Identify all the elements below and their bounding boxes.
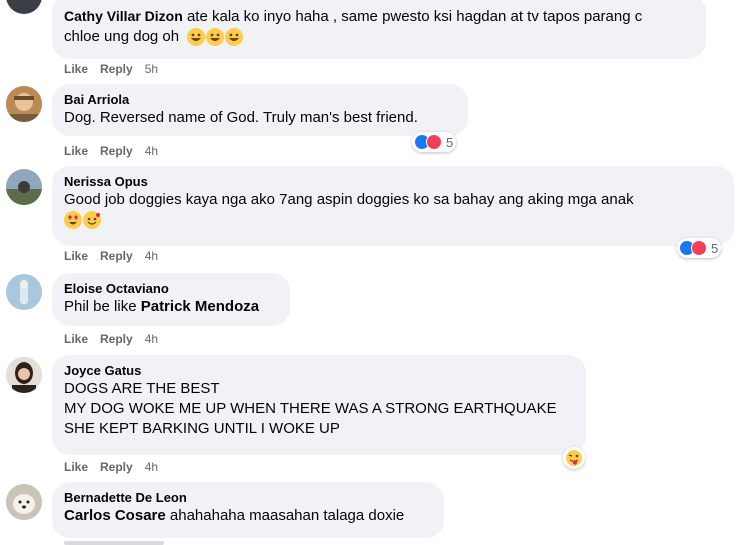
avatar[interactable] bbox=[6, 274, 42, 310]
love-icon bbox=[691, 240, 707, 256]
timestamp[interactable]: 4h bbox=[145, 460, 158, 474]
comment-bubble: Cathy Villar Dizon ate kala ko inyo haha… bbox=[52, 0, 706, 59]
comment-text: Dog. Reversed name of God. Truly man's b… bbox=[64, 109, 418, 126]
comment-text: SHE KEPT BARKING UNTIL I WOKE UP bbox=[64, 420, 340, 437]
reaction-summary[interactable]: 5 bbox=[677, 238, 722, 258]
smiling-face-with-hearts-emoji-icon bbox=[83, 211, 101, 230]
like-link[interactable]: Like bbox=[64, 144, 88, 158]
avatar[interactable] bbox=[6, 86, 42, 122]
reply-link[interactable]: Reply bbox=[100, 144, 133, 158]
like-link[interactable]: Like bbox=[64, 249, 88, 263]
comment-text: MY DOG WOKE ME UP WHEN THERE WAS A STRON… bbox=[64, 400, 557, 417]
comment-text: DOGS ARE THE BEST bbox=[64, 380, 220, 397]
like-link[interactable]: Like bbox=[64, 460, 88, 474]
tagged-user-link[interactable]: Carlos Cosare bbox=[64, 507, 166, 524]
avatar[interactable] bbox=[6, 357, 42, 393]
heart-eyes-emoji-icon bbox=[64, 211, 82, 230]
reaction-count: 5 bbox=[446, 134, 454, 150]
comment-author[interactable]: Bernadette De Leon bbox=[64, 489, 432, 506]
reply-link[interactable]: Reply bbox=[100, 460, 133, 474]
winking-tongue-reaction-icon[interactable] bbox=[563, 447, 585, 469]
timestamp[interactable]: 5h bbox=[145, 62, 158, 76]
comment-bubble: Bai Arriola Dog. Reversed name of God. T… bbox=[52, 84, 468, 136]
like-link[interactable]: Like bbox=[64, 62, 88, 76]
comment-bubble: Nerissa Opus Good job doggies kaya nga a… bbox=[52, 166, 734, 246]
comment-author[interactable]: Eloise Octaviano bbox=[64, 280, 278, 297]
comment-actions: Like Reply 4h bbox=[64, 143, 170, 159]
comment-text: ate kala ko inyo haha , same pwesto ksi … bbox=[186, 8, 643, 25]
reaction-summary[interactable]: 5 bbox=[412, 132, 457, 152]
grinning-emoji-icon bbox=[187, 28, 206, 47]
reply-link[interactable]: Reply bbox=[100, 62, 133, 76]
comment-author[interactable]: Joyce Gatus bbox=[64, 362, 574, 379]
comment-actions: Like Reply 4h bbox=[64, 331, 170, 347]
truncated-next-content bbox=[64, 541, 164, 545]
tagged-user-link[interactable]: Patrick Mendoza bbox=[141, 298, 259, 315]
comment-bubble: Eloise Octaviano Phil be like Patrick Me… bbox=[52, 273, 290, 326]
comment-author[interactable]: Cathy Villar Dizon bbox=[64, 8, 183, 24]
comment-actions: Like Reply 5h bbox=[64, 61, 170, 77]
comment-bubble: Bernadette De Leon Carlos Cosare ahahaha… bbox=[52, 482, 444, 538]
love-icon bbox=[426, 134, 442, 150]
grinning-emoji-icon bbox=[225, 28, 244, 47]
reaction-count: 5 bbox=[711, 240, 719, 256]
comment-bubble: Joyce Gatus DOGS ARE THE BEST MY DOG WOK… bbox=[52, 355, 586, 455]
reply-link[interactable]: Reply bbox=[100, 332, 133, 346]
timestamp[interactable]: 4h bbox=[145, 144, 158, 158]
comment-actions: Like Reply 4h bbox=[64, 248, 170, 264]
timestamp[interactable]: 4h bbox=[145, 249, 158, 263]
comment-author[interactable]: Nerissa Opus bbox=[64, 173, 722, 190]
avatar[interactable] bbox=[6, 484, 42, 520]
timestamp[interactable]: 4h bbox=[145, 332, 158, 346]
like-link[interactable]: Like bbox=[64, 332, 88, 346]
comment-author[interactable]: Bai Arriola bbox=[64, 91, 456, 108]
avatar[interactable] bbox=[6, 169, 42, 205]
reply-link[interactable]: Reply bbox=[100, 249, 133, 263]
avatar[interactable] bbox=[6, 0, 42, 14]
comment-text: Phil be like bbox=[64, 298, 141, 315]
comment-text: chloe ung dog oh bbox=[64, 28, 180, 45]
comment-text: Good job doggies kaya nga ako 7ang aspin… bbox=[64, 191, 634, 208]
comment-actions: Like Reply 4h bbox=[64, 459, 170, 475]
comment-text: ahahahaha maasahan talaga doxie bbox=[165, 507, 405, 524]
winking-tongue-icon bbox=[566, 450, 582, 466]
grinning-emoji-icon bbox=[206, 28, 225, 47]
